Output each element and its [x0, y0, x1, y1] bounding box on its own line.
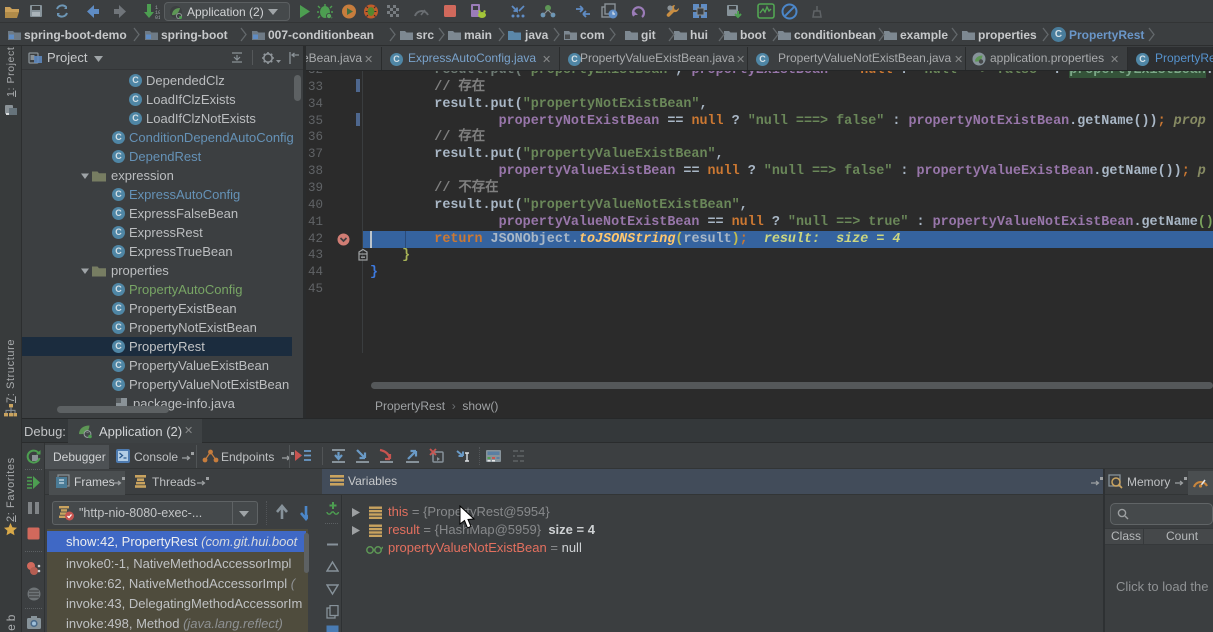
svg-text:01: 01 — [155, 15, 160, 20]
